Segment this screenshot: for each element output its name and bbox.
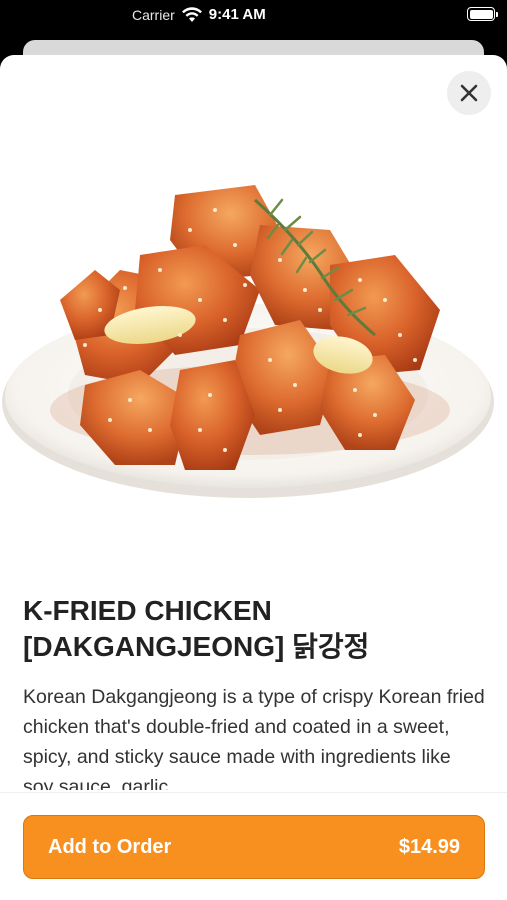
carrier-label: Carrier — [132, 6, 175, 23]
clock: 9:41 AM — [208, 6, 266, 23]
wifi-icon — [181, 6, 202, 22]
close-button[interactable] — [447, 71, 491, 115]
item-detail-modal: K-FRIED CHICKEN [DAKGANGJEONG] 닭강정 Korea… — [0, 55, 507, 900]
status-bar: Carrier 9:41 AM — [0, 0, 507, 36]
food-image — [2, 185, 494, 498]
item-description: Korean Dakgangjeong is a type of crispy … — [23, 686, 485, 790]
item-title-line1: K-FRIED CHICKEN — [23, 595, 272, 626]
item-title: K-FRIED CHICKEN [DAKGANGJEONG] 닭강정 — [23, 593, 483, 665]
close-icon — [460, 84, 478, 102]
battery-icon — [467, 7, 498, 21]
add-to-order-button[interactable]: Add to Order $14.99 — [23, 815, 485, 879]
add-to-order-label: Add to Order — [48, 835, 172, 858]
item-title-line2: [DAKGANGJEONG] 닭강정 — [23, 631, 370, 662]
price-label: $14.99 — [398, 835, 460, 858]
status-left: Carrier 9:41 AM — [132, 6, 266, 23]
footer-bar: Add to Order $14.99 — [0, 792, 507, 900]
